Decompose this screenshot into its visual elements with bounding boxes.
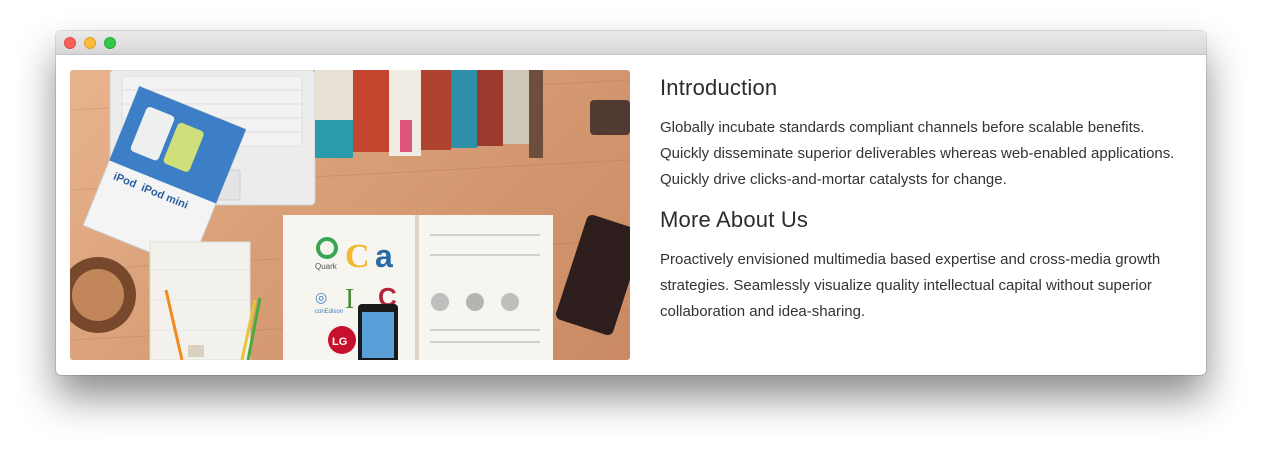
introduction-line-1: Globally incubate standards compliant ch…: [660, 119, 1145, 136]
logo-quark-text: Quark: [315, 262, 338, 271]
minimize-window-button[interactable]: [84, 37, 96, 49]
svg-text:a: a: [375, 238, 393, 274]
about-line-1: Proactively envisioned multimedia based …: [660, 251, 1161, 268]
browser-window: iPod iPod mini Quark C a ◎ conEdison I C…: [56, 31, 1206, 375]
logo-coned-text: conEdison: [315, 309, 343, 315]
svg-text:◎: ◎: [315, 289, 327, 305]
introduction-line-3: Quickly drive clicks-and-mortar catalyst…: [660, 171, 1007, 188]
svg-text:C: C: [345, 238, 370, 275]
window-titlebar: [56, 31, 1206, 55]
about-line-3: collaboration and idea-sharing.: [660, 303, 866, 320]
svg-text:LG: LG: [332, 336, 347, 348]
about-line-2: strategies. Seamlessly visualize quality…: [660, 277, 1152, 294]
section-heading-introduction: Introduction: [660, 75, 778, 100]
svg-text:I: I: [345, 284, 354, 315]
section-heading-about: More About Us: [660, 207, 809, 232]
maximize-window-button[interactable]: [104, 37, 116, 49]
close-window-button[interactable]: [64, 37, 76, 49]
desk-workspace-photo: iPod iPod mini Quark C a ◎ conEdison I C…: [70, 70, 630, 360]
introduction-line-2: Quickly disseminate superior deliverable…: [660, 145, 1175, 162]
content-panel: Introduction Globally incubate standards…: [660, 71, 1200, 325]
